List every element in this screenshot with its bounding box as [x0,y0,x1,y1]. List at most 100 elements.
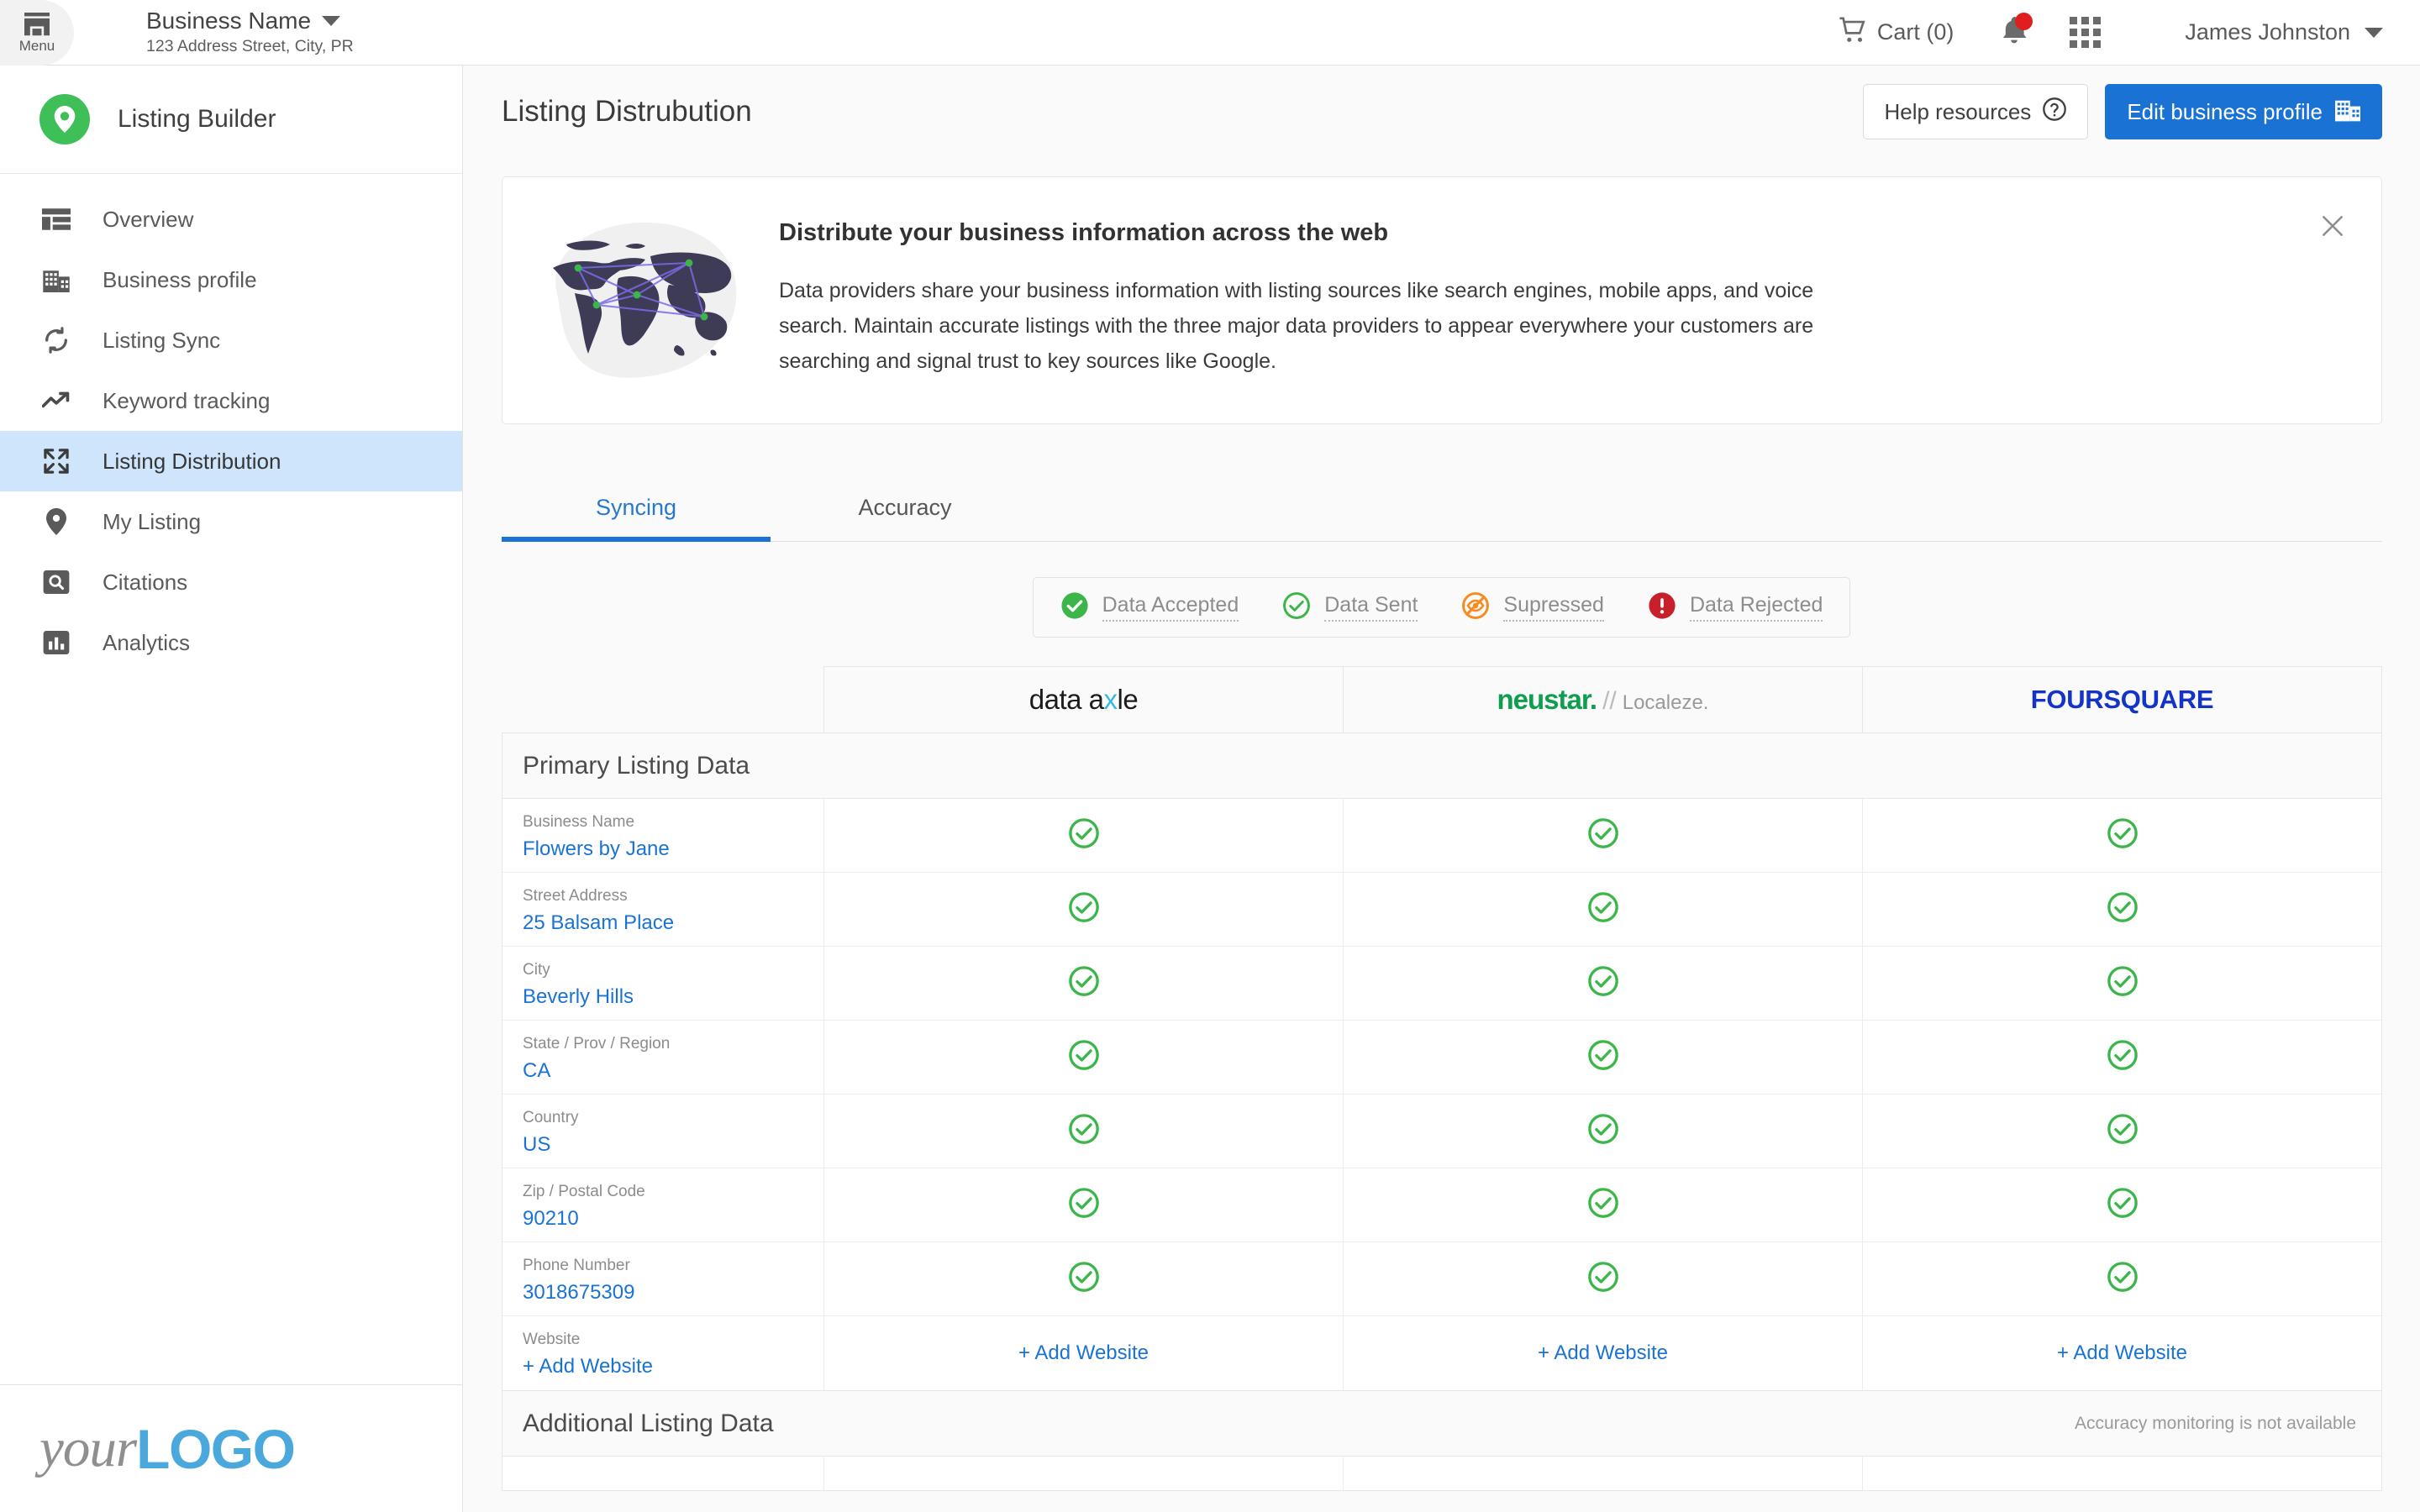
sidebar-brand[interactable]: Listing Builder [0,66,462,174]
status-cell-data-axle[interactable] [824,873,1344,946]
check-outline-icon [1587,1261,1619,1297]
status-cell-data-axle[interactable]: + Add Website [824,1316,1344,1390]
sidebar-item-listing-sync[interactable]: Listing Sync [0,310,462,370]
row-label-cell: Street Address 25 Balsam Place [502,873,824,946]
status-cell-data-axle[interactable] [824,1242,1344,1315]
banner-title: Distribute your business information acr… [779,219,1389,246]
status-cell-data-axle[interactable] [824,1021,1344,1094]
dashboard-icon [39,208,73,230]
field-value[interactable]: 3018675309 [523,1281,823,1305]
sync-icon [39,327,73,354]
logo-your-text: your [39,1418,137,1478]
status-cell-neustar[interactable] [1344,1021,1863,1094]
status-cell-foursquare[interactable] [1863,799,2381,872]
table-row: State / Prov / Region CA [502,1021,2381,1095]
row-label-cell: Phone Number 3018675309 [502,1242,824,1315]
status-cell-data-axle[interactable] [824,947,1344,1020]
section-title: Additional Listing Data [523,1409,774,1437]
status-cell-data-axle[interactable] [824,1457,1344,1490]
cart-label: Cart (0) [1876,19,1954,45]
status-cell-data-axle[interactable] [824,1095,1344,1168]
status-cell-foursquare[interactable] [1863,1095,2381,1168]
status-cell-neustar[interactable] [1344,947,1863,1020]
field-value[interactable]: Flowers by Jane [523,837,823,861]
page-header-actions: Help resources Edit business profile [1863,84,2382,139]
trending-up-icon [39,391,73,410]
check-outline-icon [2107,1113,2139,1149]
status-cell-data-axle[interactable] [824,799,1344,872]
tab-label: Syncing [595,495,677,520]
table-row: Phone Number 3018675309 [502,1242,2381,1316]
status-cell-neustar[interactable] [1344,1168,1863,1242]
add-website-link[interactable]: + Add Website [1018,1341,1149,1365]
legend-item-data-accepted[interactable]: Data Accepted [1060,591,1239,624]
tab-accuracy[interactable]: Accuracy [771,475,1039,541]
notifications-button[interactable] [2001,13,2033,50]
status-cell-foursquare[interactable] [1863,1457,2381,1490]
sidebar-item-keyword-tracking[interactable]: Keyword tracking [0,370,462,431]
field-label: City [523,961,550,979]
status-cell-foursquare[interactable] [1863,1021,2381,1094]
status-cell-data-axle[interactable] [824,1168,1344,1242]
page-title: Listing Distrubution [502,95,752,128]
field-value[interactable]: CA [523,1059,823,1083]
banner-text-block: Distribute your business information acr… [779,213,1888,379]
menu-button[interactable]: Menu [0,0,74,66]
field-label: Street Address [523,887,628,905]
edit-business-profile-button[interactable]: Edit business profile [2105,84,2382,139]
check-outline-icon [1068,1113,1100,1149]
status-cell-neustar[interactable] [1344,1095,1863,1168]
legend-item-data-sent[interactable]: Data Sent [1282,591,1418,624]
page-header: Listing Distrubution Help resources Edit… [463,66,2420,158]
status-cell-neustar[interactable] [1344,873,1863,946]
status-cell-foursquare[interactable] [1863,947,2381,1020]
user-menu[interactable]: James Johnston [2185,19,2383,45]
status-cell-foursquare[interactable]: + Add Website [1863,1316,2381,1390]
status-cell-neustar[interactable] [1344,799,1863,872]
add-website-link[interactable]: + Add Website [1538,1341,1668,1365]
add-website-link[interactable]: + Add Website [2057,1341,2187,1365]
sidebar-brand-label: Listing Builder [118,105,276,133]
provider-header-foursquare: FOURSQUARE [1863,667,2381,732]
sidebar-nav: Overview Business profile Listing Sync K… [0,174,462,673]
help-resources-button[interactable]: Help resources [1863,84,2089,139]
table-row [502,1457,2381,1490]
neustar-localeze-logo: neustar. // Localeze. [1497,684,1709,715]
chevron-down-icon[interactable] [322,15,341,26]
status-cell-neustar[interactable] [1344,1242,1863,1315]
building-icon [2335,97,2360,128]
check-outline-icon [1068,965,1100,1001]
grid-apps-icon[interactable] [2070,17,2102,48]
table-row: Business Name Flowers by Jane [502,799,2381,873]
tab-syncing[interactable]: Syncing [502,475,771,542]
cart-button[interactable]: Cart (0) [1838,16,1954,49]
sidebar-item-overview[interactable]: Overview [0,189,462,249]
add-website-link[interactable]: + Add Website [523,1355,823,1378]
status-cell-foursquare[interactable] [1863,1168,2381,1242]
exclamation-filled-icon [1648,591,1676,624]
sidebar-item-listing-distribution[interactable]: Listing Distribution [0,431,462,491]
business-switcher[interactable]: Business Name 123 Address Street, City, … [146,8,354,55]
status-cell-foursquare[interactable] [1863,1242,2381,1315]
status-cell-neustar[interactable] [1344,1457,1863,1490]
question-circle-icon [2042,97,2067,128]
legend-item-supressed[interactable]: Supressed [1461,591,1604,624]
close-icon[interactable] [2316,209,2349,243]
sidebar-item-label: My Listing [103,508,202,534]
legend-item-data-rejected[interactable]: Data Rejected [1648,591,1823,624]
check-outline-icon [1068,1261,1100,1297]
field-value[interactable]: US [523,1133,823,1157]
sidebar-item-my-listing[interactable]: My Listing [0,491,462,552]
status-cell-neustar[interactable]: + Add Website [1344,1316,1863,1390]
check-outline-icon [1068,891,1100,927]
status-cell-foursquare[interactable] [1863,873,2381,946]
sidebar-item-analytics[interactable]: Analytics [0,612,462,673]
field-value[interactable]: 90210 [523,1207,823,1231]
chevron-down-icon[interactable] [2365,27,2383,38]
check-outline-icon [2107,1187,2139,1223]
sidebar-item-business-profile[interactable]: Business profile [0,249,462,310]
sidebar-item-citations[interactable]: Citations [0,552,462,612]
expand-icon [39,448,73,475]
field-value[interactable]: 25 Balsam Place [523,911,823,935]
field-value[interactable]: Beverly Hills [523,985,823,1009]
